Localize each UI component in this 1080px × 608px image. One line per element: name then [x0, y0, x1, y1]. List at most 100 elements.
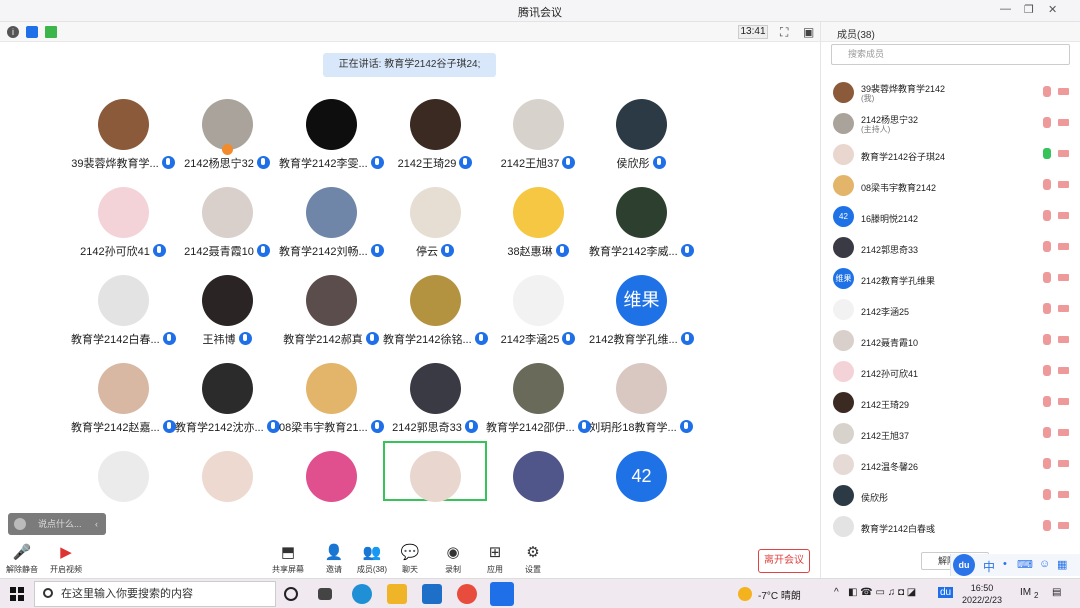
member-row[interactable]: 2142聂青霞10	[821, 326, 1080, 356]
mic-off-icon[interactable]	[1043, 179, 1051, 190]
close-icon[interactable]: ✕	[1048, 3, 1057, 16]
apps-button[interactable]: ⊞ 应用	[475, 544, 515, 575]
chat-quick-input[interactable]: 说点什么... ‹	[8, 513, 106, 535]
participant-tile[interactable]: 教育学2142沈亦...	[175, 363, 280, 443]
windows-start-icon[interactable]	[10, 587, 24, 601]
camera-off-icon[interactable]	[1058, 367, 1069, 374]
mic-off-icon[interactable]	[1043, 458, 1051, 469]
participant-tile[interactable]: 2142聂青霞10	[175, 187, 279, 267]
baidu-tray-icon[interactable]: du	[938, 587, 954, 598]
participant-tile[interactable]: 侯欣彤	[589, 99, 693, 179]
mic-off-icon[interactable]	[1043, 210, 1051, 221]
tray-up-icon[interactable]: ^	[834, 587, 839, 598]
member-row[interactable]: 教育学2142白春彧	[821, 512, 1080, 542]
notifications-icon[interactable]: ▤	[1052, 587, 1061, 598]
mic-off-icon[interactable]	[1043, 272, 1051, 283]
share-screen-button[interactable]: ⬒ 共享屏幕	[268, 544, 308, 575]
mic-off-icon[interactable]	[1043, 241, 1051, 252]
participant-tile[interactable]: 教育学2142李雯...	[279, 99, 384, 179]
tray-icons[interactable]: ◧ ☎ ▭ ♫ ◘ ◪	[848, 587, 916, 598]
emoji-icon[interactable]	[14, 518, 26, 530]
participant-tile[interactable]: 2142李涵25	[486, 275, 590, 355]
camera-off-icon[interactable]	[1058, 522, 1069, 529]
mic-off-icon[interactable]	[1043, 520, 1051, 531]
camera-off-icon[interactable]	[1058, 150, 1069, 157]
participant-tile[interactable]: 教育学2142赵嘉...	[71, 363, 176, 443]
member-row[interactable]: 2142李涵25	[821, 295, 1080, 325]
member-row[interactable]: 39裴蓉烨教育学2142 (我)	[821, 78, 1080, 108]
taskbar-search-input[interactable]: 在这里输入你要搜索的内容	[34, 581, 276, 607]
camera-off-icon[interactable]	[1058, 274, 1069, 281]
mic-off-icon[interactable]	[1043, 489, 1051, 500]
member-row[interactable]: 侯欣彤	[821, 481, 1080, 511]
member-row[interactable]: 2142温冬馨26	[821, 450, 1080, 480]
participant-tile[interactable]	[486, 451, 590, 531]
mic-off-icon[interactable]	[1043, 365, 1051, 376]
participant-tile[interactable]: 2142郭思奇33	[383, 363, 487, 443]
participant-tile[interactable]: 39裴蓉烨教育学...	[71, 99, 175, 179]
tencent-meeting-icon[interactable]	[490, 582, 514, 606]
participant-tile[interactable]: 刘玥彤18教育学...	[589, 363, 693, 443]
start-video-button[interactable]: ▶ 开启视频	[46, 544, 86, 575]
camera-off-icon[interactable]	[1058, 181, 1069, 188]
layout-icon[interactable]: ▣	[803, 25, 814, 39]
fullscreen-icon[interactable]: ⛶	[780, 25, 788, 40]
system-clock[interactable]: 16:50 2022/2/23	[958, 582, 1006, 606]
member-row[interactable]: 2142王琦29	[821, 388, 1080, 418]
participant-tile[interactable]: 38赵惠琳	[486, 187, 590, 267]
leave-meeting-button[interactable]: 离开会议	[758, 549, 810, 573]
mic-off-icon[interactable]	[1043, 334, 1051, 345]
file-explorer-icon[interactable]	[387, 584, 407, 604]
member-row[interactable]: 08梁韦宇教育2142	[821, 171, 1080, 201]
settings-button[interactable]: ⚙ 设置	[513, 544, 553, 575]
collapse-icon[interactable]: ‹	[95, 513, 98, 535]
punctuation-icon[interactable]: •	[1003, 558, 1007, 570]
participant-tile[interactable]: 2142王旭37	[486, 99, 590, 179]
participant-tile[interactable]: 维果 2142教育学孔维...	[589, 275, 694, 355]
member-row[interactable]: 2142郭思奇33	[821, 233, 1080, 263]
camera-off-icon[interactable]	[1058, 336, 1069, 343]
participant-tile[interactable]: 教育学2142徐铭...	[383, 275, 488, 355]
minimize-icon[interactable]: —	[1000, 3, 1011, 15]
participant-tile[interactable]: 停云	[383, 187, 487, 267]
participant-tile[interactable]: 2142王琦29	[383, 99, 487, 179]
camera-off-icon[interactable]	[1058, 460, 1069, 467]
user-icon[interactable]: ☺	[1039, 558, 1050, 570]
participant-tile[interactable]	[279, 451, 383, 531]
member-search-input[interactable]: 搜索成员	[831, 44, 1070, 65]
chrome-icon[interactable]	[457, 584, 477, 604]
invite-button[interactable]: 👤 邀请	[314, 544, 354, 575]
member-row[interactable]: 2142杨思宁32 (主持人)	[821, 109, 1080, 139]
camera-off-icon[interactable]	[1058, 398, 1069, 405]
mail-icon[interactable]	[422, 584, 442, 604]
camera-off-icon[interactable]	[1058, 119, 1069, 126]
baidu-ime-logo[interactable]: du	[953, 554, 975, 576]
mic-off-icon[interactable]	[1043, 303, 1051, 314]
mic-on-icon[interactable]	[1043, 148, 1051, 159]
participant-tile[interactable]: 王祎博	[175, 275, 279, 355]
member-row[interactable]: 维果 2142教育学孔维果	[821, 264, 1080, 294]
participant-tile[interactable]	[175, 451, 279, 531]
mic-off-icon[interactable]	[1043, 117, 1051, 128]
camera-off-icon[interactable]	[1058, 243, 1069, 250]
member-row[interactable]: 2142孙可欣41	[821, 357, 1080, 387]
camera-off-icon[interactable]	[1058, 305, 1069, 312]
participant-tile[interactable]	[383, 441, 487, 502]
participant-tile[interactable]: 教育学2142郝真	[279, 275, 383, 355]
participant-tile[interactable]: 42	[589, 451, 693, 531]
participant-tile[interactable]: 2142杨思宁32	[175, 99, 279, 179]
ime-language[interactable]: 中	[983, 558, 995, 575]
shield-icon[interactable]	[26, 26, 38, 38]
camera-off-icon[interactable]	[1058, 491, 1069, 498]
task-view-icon[interactable]	[318, 588, 332, 600]
chat-button[interactable]: 💬 聊天	[390, 544, 430, 575]
participant-tile[interactable]: 教育学2142刘畅...	[279, 187, 384, 267]
camera-off-icon[interactable]	[1058, 88, 1069, 95]
participant-tile[interactable]: 教育学2142邵伊...	[486, 363, 591, 443]
keyboard-icon[interactable]: ⌨	[1017, 558, 1033, 571]
grid-icon[interactable]: ▦	[1057, 558, 1067, 571]
mic-off-icon[interactable]	[1043, 86, 1051, 97]
camera-off-icon[interactable]	[1058, 429, 1069, 436]
weather-text[interactable]: -7°C 晴朗	[758, 587, 801, 602]
record-button[interactable]: ◉ 录制	[433, 544, 473, 575]
